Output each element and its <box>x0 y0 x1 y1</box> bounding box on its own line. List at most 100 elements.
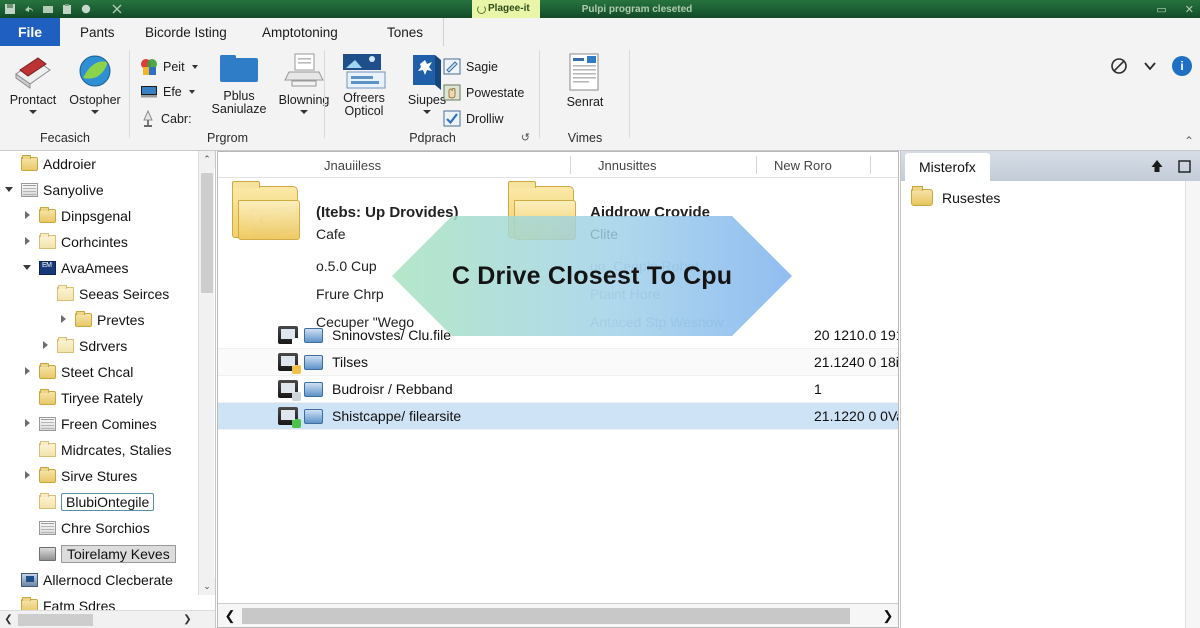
table-row[interactable]: Sninovstes/ Clu.file 20 1210.0 191366 <box>218 322 898 349</box>
column-separator[interactable] <box>870 156 871 174</box>
expander-closed-icon[interactable] <box>22 470 34 482</box>
file-rows[interactable]: Sninovstes/ Clu.file 20 1210.0 191366 Tils… <box>218 322 898 430</box>
tree-item-prevtes[interactable]: Prevtes <box>0 307 198 333</box>
drive-folder-icon <box>232 181 300 240</box>
scroll-left-button[interactable]: ❮ <box>0 614 17 625</box>
tree-item-sanyolive[interactable]: Sanyolive <box>0 177 198 203</box>
chevron-down-icon[interactable] <box>423 110 431 114</box>
ribbon-button-drolliw[interactable]: Drolliw <box>443 110 504 127</box>
expander-open-icon[interactable] <box>4 184 16 196</box>
ribbon: Prontact Ostopher Fecasich Peit Efe Cabr… <box>0 46 1200 151</box>
ribbon-button-powestate[interactable]: Powestate <box>443 84 524 101</box>
table-row[interactable]: Tilses 21.1240 0 18i266 <box>218 349 898 376</box>
tab-file[interactable]: File <box>0 18 60 46</box>
close-icon[interactable]: ✕ <box>1185 3 1194 16</box>
close-icon[interactable] <box>111 3 123 15</box>
paste-icon[interactable] <box>61 3 73 15</box>
details-list-item[interactable]: Rusestes <box>911 186 1000 206</box>
tree-item-allernocd-clecberate[interactable]: Allernocd Clecberate <box>0 567 198 593</box>
scroll-down-button[interactable]: ⌄ <box>199 578 215 595</box>
tree-item-chre-sorchios[interactable]: Chre Sorchios <box>0 515 198 541</box>
expander-closed-icon[interactable] <box>58 314 70 326</box>
tree-item-steet-chcal[interactable]: Steet Chcal <box>0 359 198 385</box>
tab-amptotoning[interactable]: Amptotoning <box>250 18 350 46</box>
undo-icon[interactable] <box>23 3 35 15</box>
window-controls[interactable]: ▭ ✕ <box>1156 0 1194 18</box>
scrollbar-track[interactable] <box>242 607 876 624</box>
column-separator[interactable] <box>570 156 571 174</box>
up-arrow-icon[interactable] <box>1150 159 1164 173</box>
minimize-icon[interactable]: ▭ <box>1156 3 1166 16</box>
tree-item-midrcates-stalies[interactable]: Midrcates, Stalies <box>0 437 198 463</box>
table-row[interactable]: Shistcappe/ filearsite 21.1220 0 0Vates <box>218 403 898 430</box>
tree-item-seeas-seirces[interactable]: Seeas Seirces <box>0 281 198 307</box>
chevron-down-icon[interactable] <box>91 110 99 114</box>
tree-item-toirelamy-keves[interactable]: Toirelamy Keves <box>0 541 198 567</box>
tree-item-dinpsgenal[interactable]: Dinpsgenal <box>0 203 198 229</box>
quick-access-toolbar[interactable] <box>4 0 123 18</box>
expander-closed-icon[interactable] <box>22 366 34 378</box>
tree-item-avaamees[interactable]: AvaAmees <box>0 255 198 281</box>
ribbon-button-pblus-saniulaze[interactable]: Pblus Saniulaze <box>208 52 270 116</box>
expander-open-icon[interactable] <box>22 262 34 274</box>
scroll-left-button[interactable]: ❮ <box>218 608 242 624</box>
ribbon-button-prontact[interactable]: Prontact <box>4 52 62 114</box>
ribbon-button-peit[interactable]: Peit <box>140 58 198 76</box>
ribbon-button-ofreers-opticol[interactable]: Ofreers Opticol <box>333 52 395 118</box>
chevron-down-icon[interactable] <box>300 110 308 114</box>
scroll-up-button[interactable]: ⌃ <box>199 151 215 168</box>
square-icon[interactable] <box>1178 159 1191 173</box>
tab-misterofx[interactable]: Misterofx <box>905 153 990 181</box>
ribbon-collapse-icon[interactable]: ⌃ <box>1184 134 1194 148</box>
monitor-flash-icon <box>278 407 301 428</box>
folder-icon[interactable] <box>42 3 54 15</box>
ribbon-help-zone[interactable]: i <box>1110 56 1192 76</box>
expander-closed-icon[interactable] <box>22 418 34 430</box>
tree-item-corhcintes[interactable]: Corhcintes <box>0 229 198 255</box>
details-vertical-scrollbar[interactable] <box>1185 181 1200 628</box>
tree-item-freen-comines[interactable]: Freen Comines <box>0 411 198 437</box>
ribbon-button-senrat[interactable]: Senrat <box>552 52 618 109</box>
details-actions[interactable] <box>1150 151 1191 181</box>
chevron-down-icon[interactable] <box>29 110 37 114</box>
expander-closed-icon[interactable] <box>40 340 52 352</box>
ribbon-button-cabr[interactable]: Cabr: <box>140 110 192 128</box>
column-header-jnnusittes[interactable]: Jnnusittes <box>590 152 657 178</box>
tree-item-blubiontegile[interactable]: BlubiOntegile <box>0 489 198 515</box>
globe-leaf-icon <box>79 55 111 87</box>
scrollbar-thumb[interactable] <box>18 614 93 626</box>
ribbon-button-efe[interactable]: Efe <box>140 84 195 100</box>
column-header-new-roro[interactable]: New Roro <box>766 152 832 178</box>
no-entry-icon[interactable] <box>1110 57 1128 75</box>
nav-horizontal-scrollbar[interactable]: ❮ ❯ <box>0 610 215 628</box>
tab-bicorde-isting[interactable]: Bicorde Isting <box>133 18 239 46</box>
row-value: 1 <box>814 381 822 397</box>
tab-pants[interactable]: Pants <box>68 18 127 46</box>
chevron-down-icon[interactable] <box>1142 59 1158 73</box>
chevron-down-icon[interactable] <box>188 90 195 94</box>
ribbon-button-ostopher[interactable]: Ostopher <box>66 52 124 114</box>
tab-tones[interactable]: Tones <box>375 18 436 46</box>
chevron-down-icon[interactable] <box>191 65 198 69</box>
nav-vertical-scrollbar[interactable]: ⌃ ⌄ <box>198 151 215 595</box>
scroll-right-button[interactable]: ❯ <box>179 614 196 625</box>
scrollbar-thumb[interactable] <box>201 173 213 293</box>
column-separator[interactable] <box>756 156 757 174</box>
tree-item-sdrvers[interactable]: Sdrvers <box>0 333 198 359</box>
refresh-icon[interactable] <box>80 3 92 15</box>
tree-item-sirve-stures[interactable]: Sirve Stures <box>0 463 198 489</box>
save-icon[interactable] <box>4 3 16 15</box>
ribbon-button-sagie[interactable]: Sagie <box>443 58 498 75</box>
scroll-right-button[interactable]: ❯ <box>876 608 898 624</box>
group-separator <box>629 50 630 138</box>
table-row[interactable]: Budroisr / Rebband 1 <box>218 376 898 403</box>
info-button[interactable]: i <box>1172 56 1192 76</box>
tree-item-addroier[interactable]: Addroier <box>0 151 198 177</box>
column-header-jnauiiless[interactable]: Jnauiiless <box>316 152 381 178</box>
scrollbar-thumb[interactable] <box>242 607 850 624</box>
folder-tree[interactable]: Addroier Sanyolive Dinpsgenal Corhcintes Ava… <box>0 151 198 628</box>
list-horizontal-scrollbar[interactable]: ❮ ❯ <box>218 603 898 627</box>
tree-item-tiryee-rately[interactable]: Tiryee Rately <box>0 385 198 411</box>
expander-closed-icon[interactable] <box>22 210 34 222</box>
expander-closed-icon[interactable] <box>22 236 34 248</box>
